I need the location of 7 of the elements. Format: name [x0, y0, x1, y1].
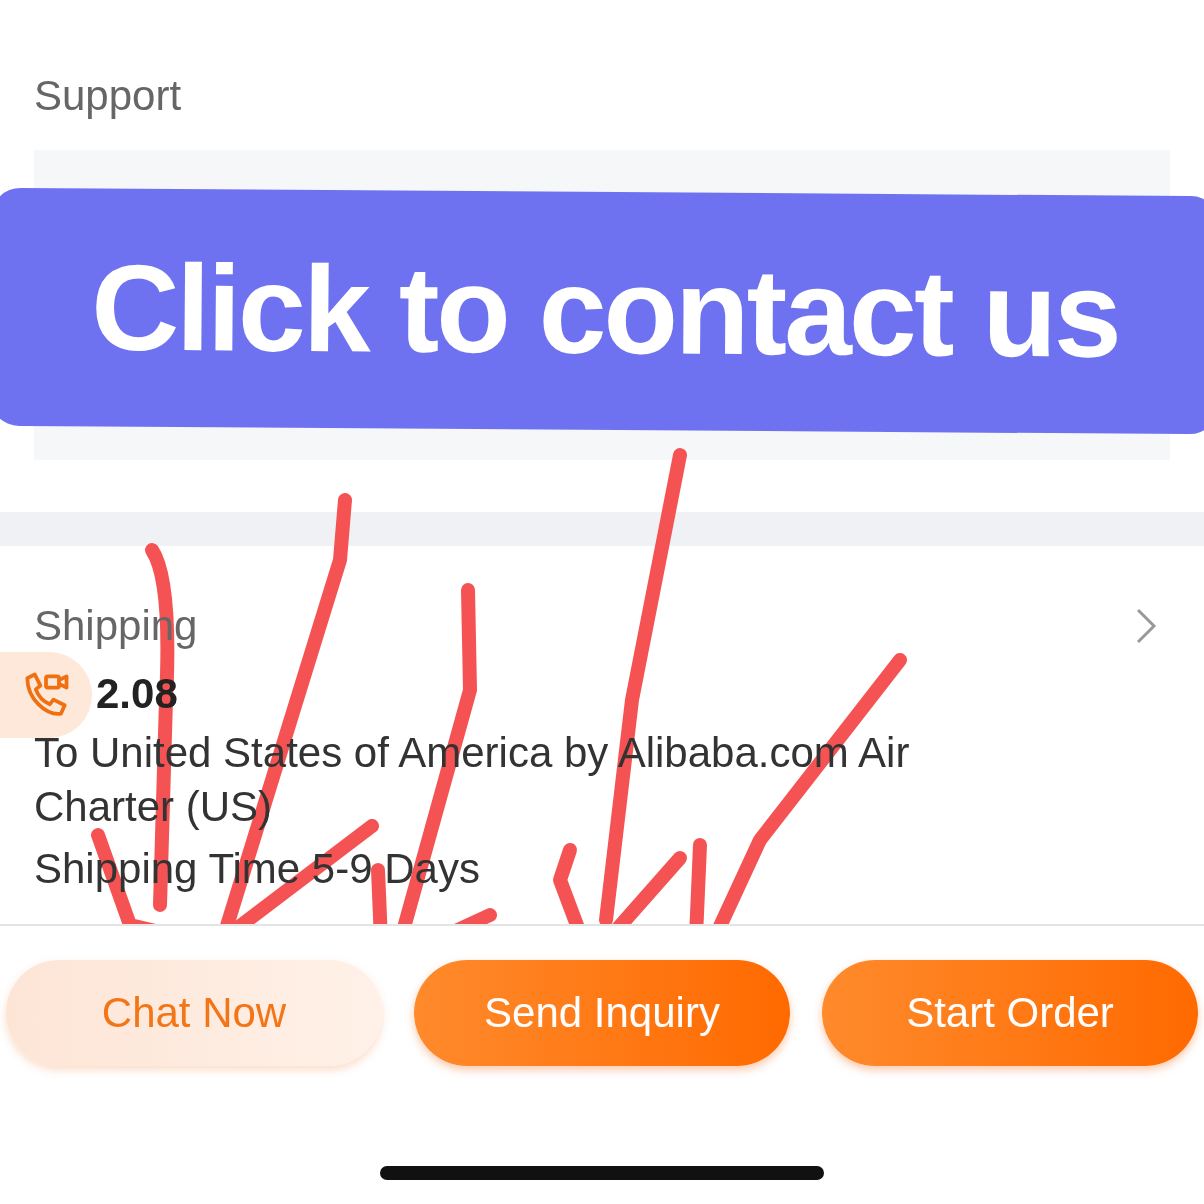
chevron-right-icon[interactable] [1134, 606, 1158, 646]
action-button[interactable]: Send Inquiry [414, 960, 790, 1066]
action-button[interactable]: Chat Now [6, 960, 382, 1066]
call-button[interactable] [0, 652, 92, 738]
contact-banner[interactable]: Click to contact us [0, 187, 1204, 435]
action-button[interactable]: Start Order [822, 960, 1198, 1066]
section-title: Support [34, 72, 183, 120]
